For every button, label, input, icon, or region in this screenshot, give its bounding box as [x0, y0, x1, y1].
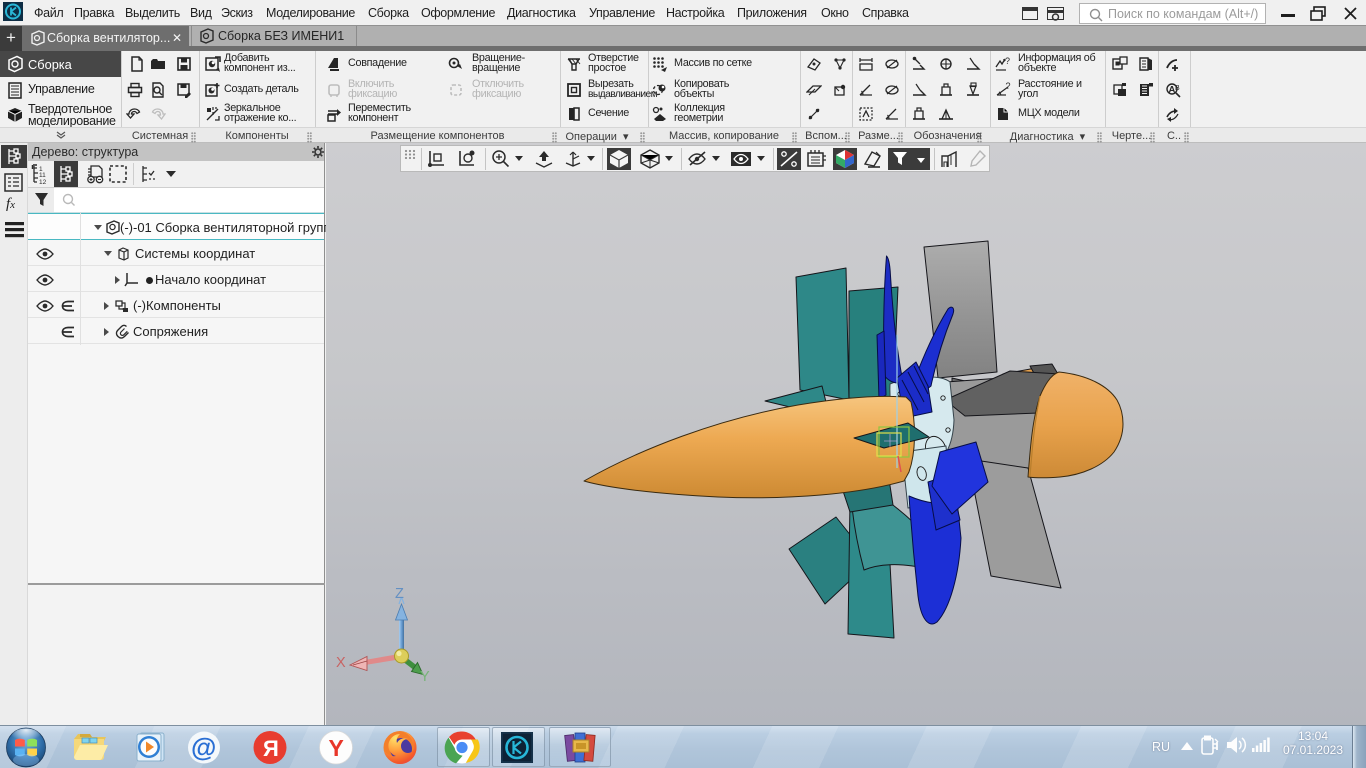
svg-text:Y: Y: [329, 735, 344, 761]
svg-text:?: ?: [1006, 82, 1011, 91]
svg-text:@: @: [191, 732, 216, 762]
svg-text:Я: Я: [263, 736, 279, 761]
svg-text:B: B: [1175, 85, 1180, 92]
svg-text:X: X: [336, 655, 346, 671]
svg-text:?: ?: [1005, 56, 1010, 66]
svg-text:11: 11: [39, 172, 46, 179]
svg-text:Y: Y: [420, 669, 430, 685]
svg-text:12: 12: [39, 179, 47, 185]
svg-text:Z: Z: [395, 586, 404, 602]
